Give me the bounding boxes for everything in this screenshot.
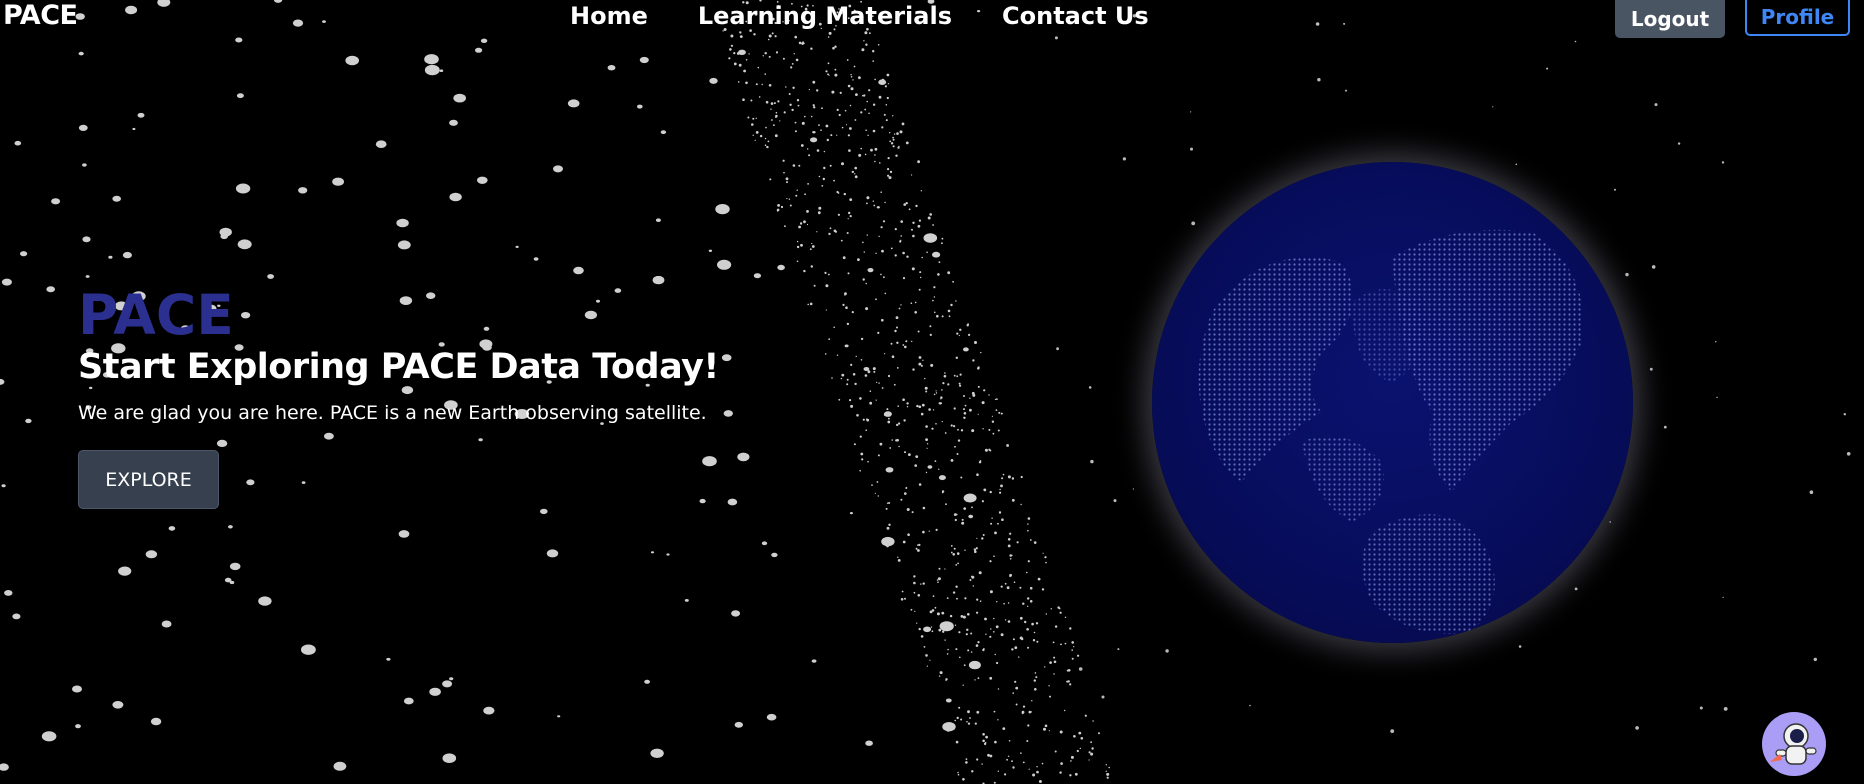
- explore-button[interactable]: EXPLORE: [78, 450, 219, 509]
- top-navbar: PACE Home Learning Materials Contact Us …: [0, 0, 1864, 40]
- nav-link-contact-us[interactable]: Contact Us: [1002, 2, 1149, 30]
- globe-continents: [1198, 229, 1584, 634]
- earth-globe-icon[interactable]: [1152, 162, 1633, 643]
- profile-button[interactable]: Profile: [1745, 0, 1850, 36]
- nav-brand-logo[interactable]: PACE: [3, 0, 78, 31]
- hero-brand: PACE: [78, 283, 234, 347]
- hero-section: PACE Start Exploring PACE Data Today! We…: [78, 285, 719, 509]
- nav-link-home[interactable]: Home: [570, 2, 648, 30]
- hero-title: Start Exploring PACE Data Today!: [78, 347, 719, 387]
- nav-link-learning-materials[interactable]: Learning Materials: [698, 2, 952, 30]
- logout-button[interactable]: Logout: [1615, 0, 1725, 38]
- hero-subtitle: We are glad you are here. PACE is a new …: [78, 402, 707, 424]
- nav-links: Home Learning Materials Contact Us: [570, 2, 1149, 30]
- astronaut-icon: [1770, 723, 1817, 765]
- astronaut-assistant-button[interactable]: [1762, 712, 1826, 776]
